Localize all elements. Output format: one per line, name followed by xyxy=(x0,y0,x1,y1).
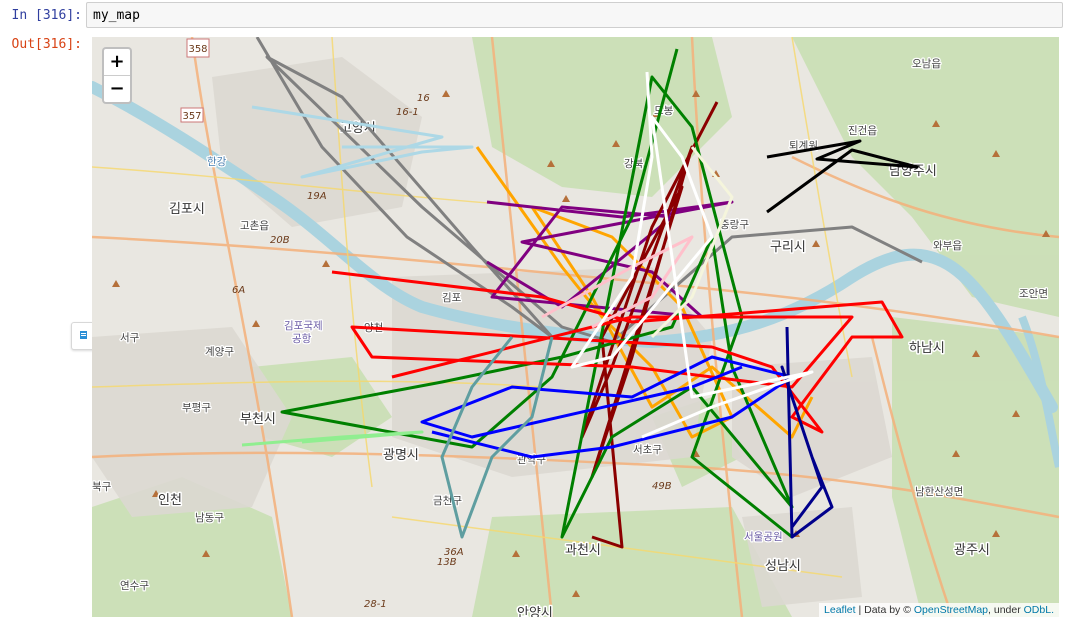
svg-text:김포: 김포 xyxy=(442,292,462,304)
svg-text:중랑구: 중랑구 xyxy=(720,219,749,231)
svg-text:서초구: 서초구 xyxy=(633,444,662,456)
svg-text:남한산성면: 남한산성면 xyxy=(915,486,963,498)
svg-text:광명시: 광명시 xyxy=(383,448,419,463)
osm-link[interactable]: OpenStreetMap xyxy=(914,604,988,616)
leaflet-map[interactable]: 358 357 16-1 16 19A 20B 6A 49B 36A 13B 2… xyxy=(92,37,1059,617)
odbl-link[interactable]: ODbL. xyxy=(1024,604,1054,616)
svg-text:부평구: 부평구 xyxy=(182,402,211,414)
svg-text:6A: 6A xyxy=(232,285,245,296)
svg-text:하남시: 하남시 xyxy=(909,341,945,356)
svg-text:구리시: 구리시 xyxy=(770,240,806,255)
svg-text:계양구: 계양구 xyxy=(205,346,234,358)
svg-text:과천시: 과천시 xyxy=(565,543,601,558)
svg-text:부천시: 부천시 xyxy=(240,412,276,427)
svg-text:13B: 13B xyxy=(437,557,457,568)
svg-text:김포시: 김포시 xyxy=(169,202,205,217)
code-input-cell[interactable]: my_map xyxy=(86,2,1063,28)
svg-text:20B: 20B xyxy=(270,235,290,246)
svg-text:49B: 49B xyxy=(652,481,672,492)
svg-text:성남시: 성남시 xyxy=(765,559,801,574)
svg-text:북구: 북구 xyxy=(92,481,112,493)
svg-text:도봉: 도봉 xyxy=(654,105,674,117)
map-attribution: Leaflet | Data by © OpenStreetMap, under… xyxy=(819,603,1059,617)
zoom-in-button[interactable]: + xyxy=(104,49,130,76)
svg-text:김포국제: 김포국제 xyxy=(284,320,323,332)
svg-text:16-1: 16-1 xyxy=(396,107,419,118)
svg-text:358: 358 xyxy=(188,44,207,55)
map-canvas: 358 357 16-1 16 19A 20B 6A 49B 36A 13B 2… xyxy=(92,37,1059,617)
svg-text:28-1: 28-1 xyxy=(364,599,387,610)
svg-text:고촌읍: 고촌읍 xyxy=(240,220,269,232)
svg-text:연수구: 연수구 xyxy=(120,580,149,592)
leaflet-link[interactable]: Leaflet xyxy=(824,604,856,616)
svg-text:오남읍: 오남읍 xyxy=(912,58,941,70)
svg-text:남동구: 남동구 xyxy=(195,512,224,524)
svg-text:한강: 한강 xyxy=(207,156,227,168)
svg-text:금천구: 금천구 xyxy=(433,495,462,507)
svg-text:인천: 인천 xyxy=(158,493,182,508)
svg-text:서구: 서구 xyxy=(120,332,140,344)
output-prompt: Out[316]: xyxy=(11,37,82,52)
svg-text:19A: 19A xyxy=(307,191,327,202)
zoom-control: + − xyxy=(102,47,132,104)
svg-text:서울공원: 서울공원 xyxy=(744,531,783,543)
svg-text:진건읍: 진건읍 xyxy=(848,125,877,137)
svg-text:357: 357 xyxy=(182,111,201,122)
zoom-out-button[interactable]: − xyxy=(104,76,130,102)
svg-text:조안면: 조안면 xyxy=(1019,288,1048,300)
svg-text:안양시: 안양시 xyxy=(517,606,553,617)
input-prompt: In [316]: xyxy=(11,8,82,23)
svg-text:공항: 공항 xyxy=(292,333,312,345)
svg-text:광주시: 광주시 xyxy=(954,543,990,558)
svg-text:와부읍: 와부읍 xyxy=(933,240,962,252)
svg-text:16: 16 xyxy=(417,93,430,104)
